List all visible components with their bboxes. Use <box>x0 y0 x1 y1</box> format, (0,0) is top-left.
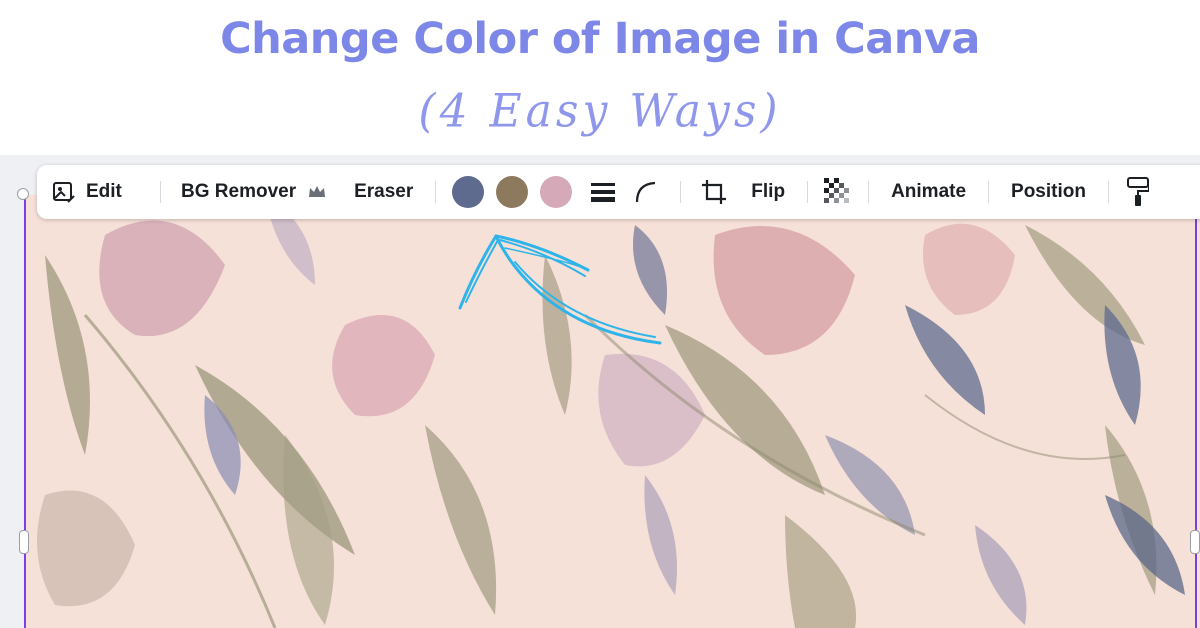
image-toolbar: Edit BG Remover Eraser Flip Animate Posi… <box>37 165 1200 219</box>
border-style-icon[interactable] <box>590 181 616 203</box>
position-label: Position <box>1011 181 1086 202</box>
copy-style-icon[interactable] <box>1126 177 1149 207</box>
color-swatch-brown[interactable] <box>496 176 529 208</box>
eraser-button[interactable]: Eraser <box>354 165 413 219</box>
flip-label: Flip <box>751 181 786 202</box>
page-subtitle: (4 Easy Ways) <box>418 84 782 139</box>
resize-handle-right[interactable] <box>1190 530 1200 554</box>
transparency-icon[interactable] <box>824 178 852 206</box>
color-swatch-blue[interactable] <box>452 176 485 208</box>
divider <box>1107 181 1109 203</box>
bg-remover-button[interactable]: BG Remover <box>181 165 326 219</box>
animate-label: Animate <box>891 181 967 202</box>
selection-border-left <box>24 195 26 628</box>
animate-button[interactable]: Animate <box>891 165 966 219</box>
divider <box>807 181 809 203</box>
eraser-label: Eraser <box>354 181 414 202</box>
divider <box>988 181 990 203</box>
divider <box>435 181 437 203</box>
watercolor-floral-pattern <box>25 195 1200 628</box>
corner-rounding-icon[interactable] <box>634 180 658 204</box>
resize-handle-top-left[interactable] <box>17 188 29 200</box>
flip-button[interactable]: Flip <box>751 165 785 219</box>
edit-image-icon <box>52 180 76 204</box>
crop-icon[interactable] <box>701 179 727 205</box>
divider <box>868 181 870 203</box>
color-swatch-pink[interactable] <box>540 176 573 208</box>
selection-border-right <box>1195 195 1197 628</box>
selected-image[interactable] <box>25 195 1200 628</box>
edit-label: Edit <box>86 181 122 202</box>
page-title: Change Color of Image in Canva <box>220 14 980 64</box>
resize-handle-left[interactable] <box>19 530 29 554</box>
edit-button[interactable]: Edit <box>52 165 148 219</box>
divider <box>680 181 682 203</box>
crown-icon <box>308 185 326 199</box>
bg-remover-label: BG Remover <box>181 181 297 202</box>
position-button[interactable]: Position <box>1011 165 1086 219</box>
divider <box>160 181 161 203</box>
